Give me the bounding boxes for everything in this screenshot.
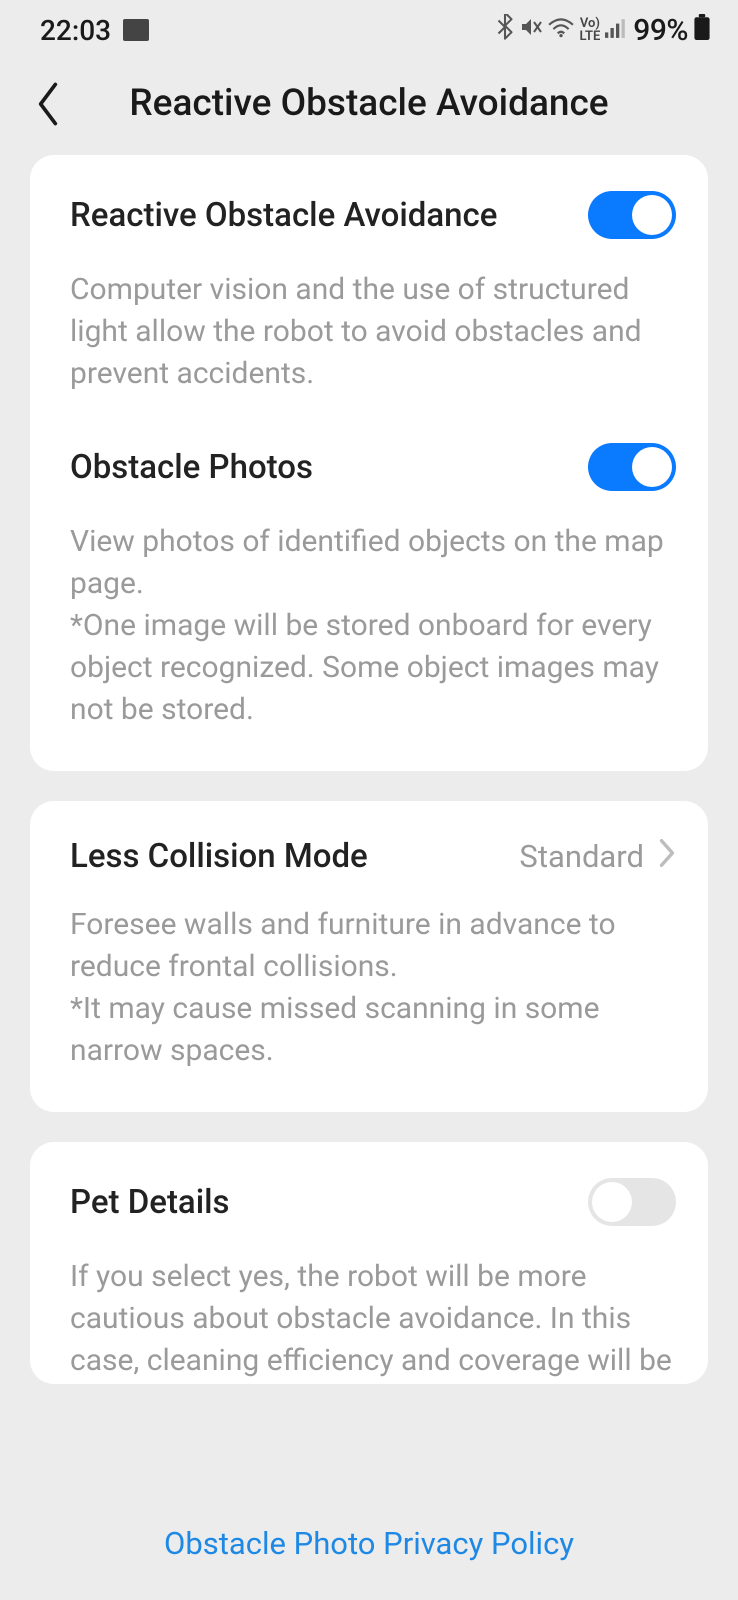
- pet-details-title: Pet Details: [70, 1183, 230, 1222]
- status-icons-group: Vo)LTE: [496, 14, 627, 47]
- volte-label: Vo)LTE: [579, 17, 600, 43]
- content-area: Reactive Obstacle Avoidance Computer vis…: [0, 155, 738, 1384]
- battery-percent: 99%: [633, 13, 688, 48]
- setting-obstacle-photos: Obstacle Photos: [70, 443, 676, 491]
- setting-pet-details: Pet Details: [70, 1178, 676, 1226]
- chevron-left-icon: [34, 82, 62, 126]
- less-collision-value: Standard: [519, 838, 644, 875]
- obstacle-photos-title: Obstacle Photos: [70, 448, 313, 487]
- app-bar: Reactive Obstacle Avoidance: [0, 58, 738, 155]
- back-button[interactable]: [28, 84, 68, 124]
- card-less-collision: Less Collision Mode Standard Foresee wal…: [30, 801, 708, 1112]
- mute-icon: [519, 15, 543, 45]
- page-title: Reactive Obstacle Avoidance: [68, 82, 670, 125]
- card-pet-details: Pet Details If you select yes, the robot…: [30, 1142, 708, 1384]
- wifi-icon: [548, 15, 574, 45]
- bluetooth-icon: [496, 14, 514, 47]
- obstacle-avoidance-description: Computer vision and the use of structure…: [70, 269, 676, 395]
- status-left: 22:03: [40, 14, 149, 47]
- pet-details-toggle[interactable]: [588, 1178, 676, 1226]
- setting-obstacle-avoidance: Reactive Obstacle Avoidance: [70, 191, 676, 239]
- card-obstacle-settings: Reactive Obstacle Avoidance Computer vis…: [30, 155, 708, 771]
- pet-details-description: If you select yes, the robot will be mor…: [70, 1256, 676, 1384]
- toggle-knob: [592, 1182, 632, 1222]
- obstacle-avoidance-title: Reactive Obstacle Avoidance: [70, 196, 497, 235]
- battery-icon: [694, 14, 710, 47]
- status-bar: 22:03 Vo)LTE 99%: [0, 0, 738, 58]
- toggle-knob: [632, 195, 672, 235]
- less-collision-title: Less Collision Mode: [70, 837, 368, 876]
- status-time: 22:03: [40, 14, 111, 47]
- privacy-policy-label: Obstacle Photo Privacy Policy: [164, 1525, 574, 1562]
- less-collision-row[interactable]: Less Collision Mode Standard: [70, 837, 676, 876]
- signal-icon: [605, 15, 627, 45]
- obstacle-photos-toggle[interactable]: [588, 443, 676, 491]
- toggle-knob: [632, 447, 672, 487]
- less-collision-description: Foresee walls and furniture in advance t…: [70, 904, 676, 1072]
- obstacle-photos-description: View photos of identified objects on the…: [70, 521, 676, 731]
- status-right: Vo)LTE 99%: [496, 13, 710, 48]
- picture-icon: [123, 19, 149, 41]
- privacy-policy-link[interactable]: Obstacle Photo Privacy Policy: [0, 1525, 738, 1562]
- less-collision-value-container: Standard: [519, 838, 676, 876]
- obstacle-avoidance-toggle[interactable]: [588, 191, 676, 239]
- chevron-right-icon: [658, 838, 676, 876]
